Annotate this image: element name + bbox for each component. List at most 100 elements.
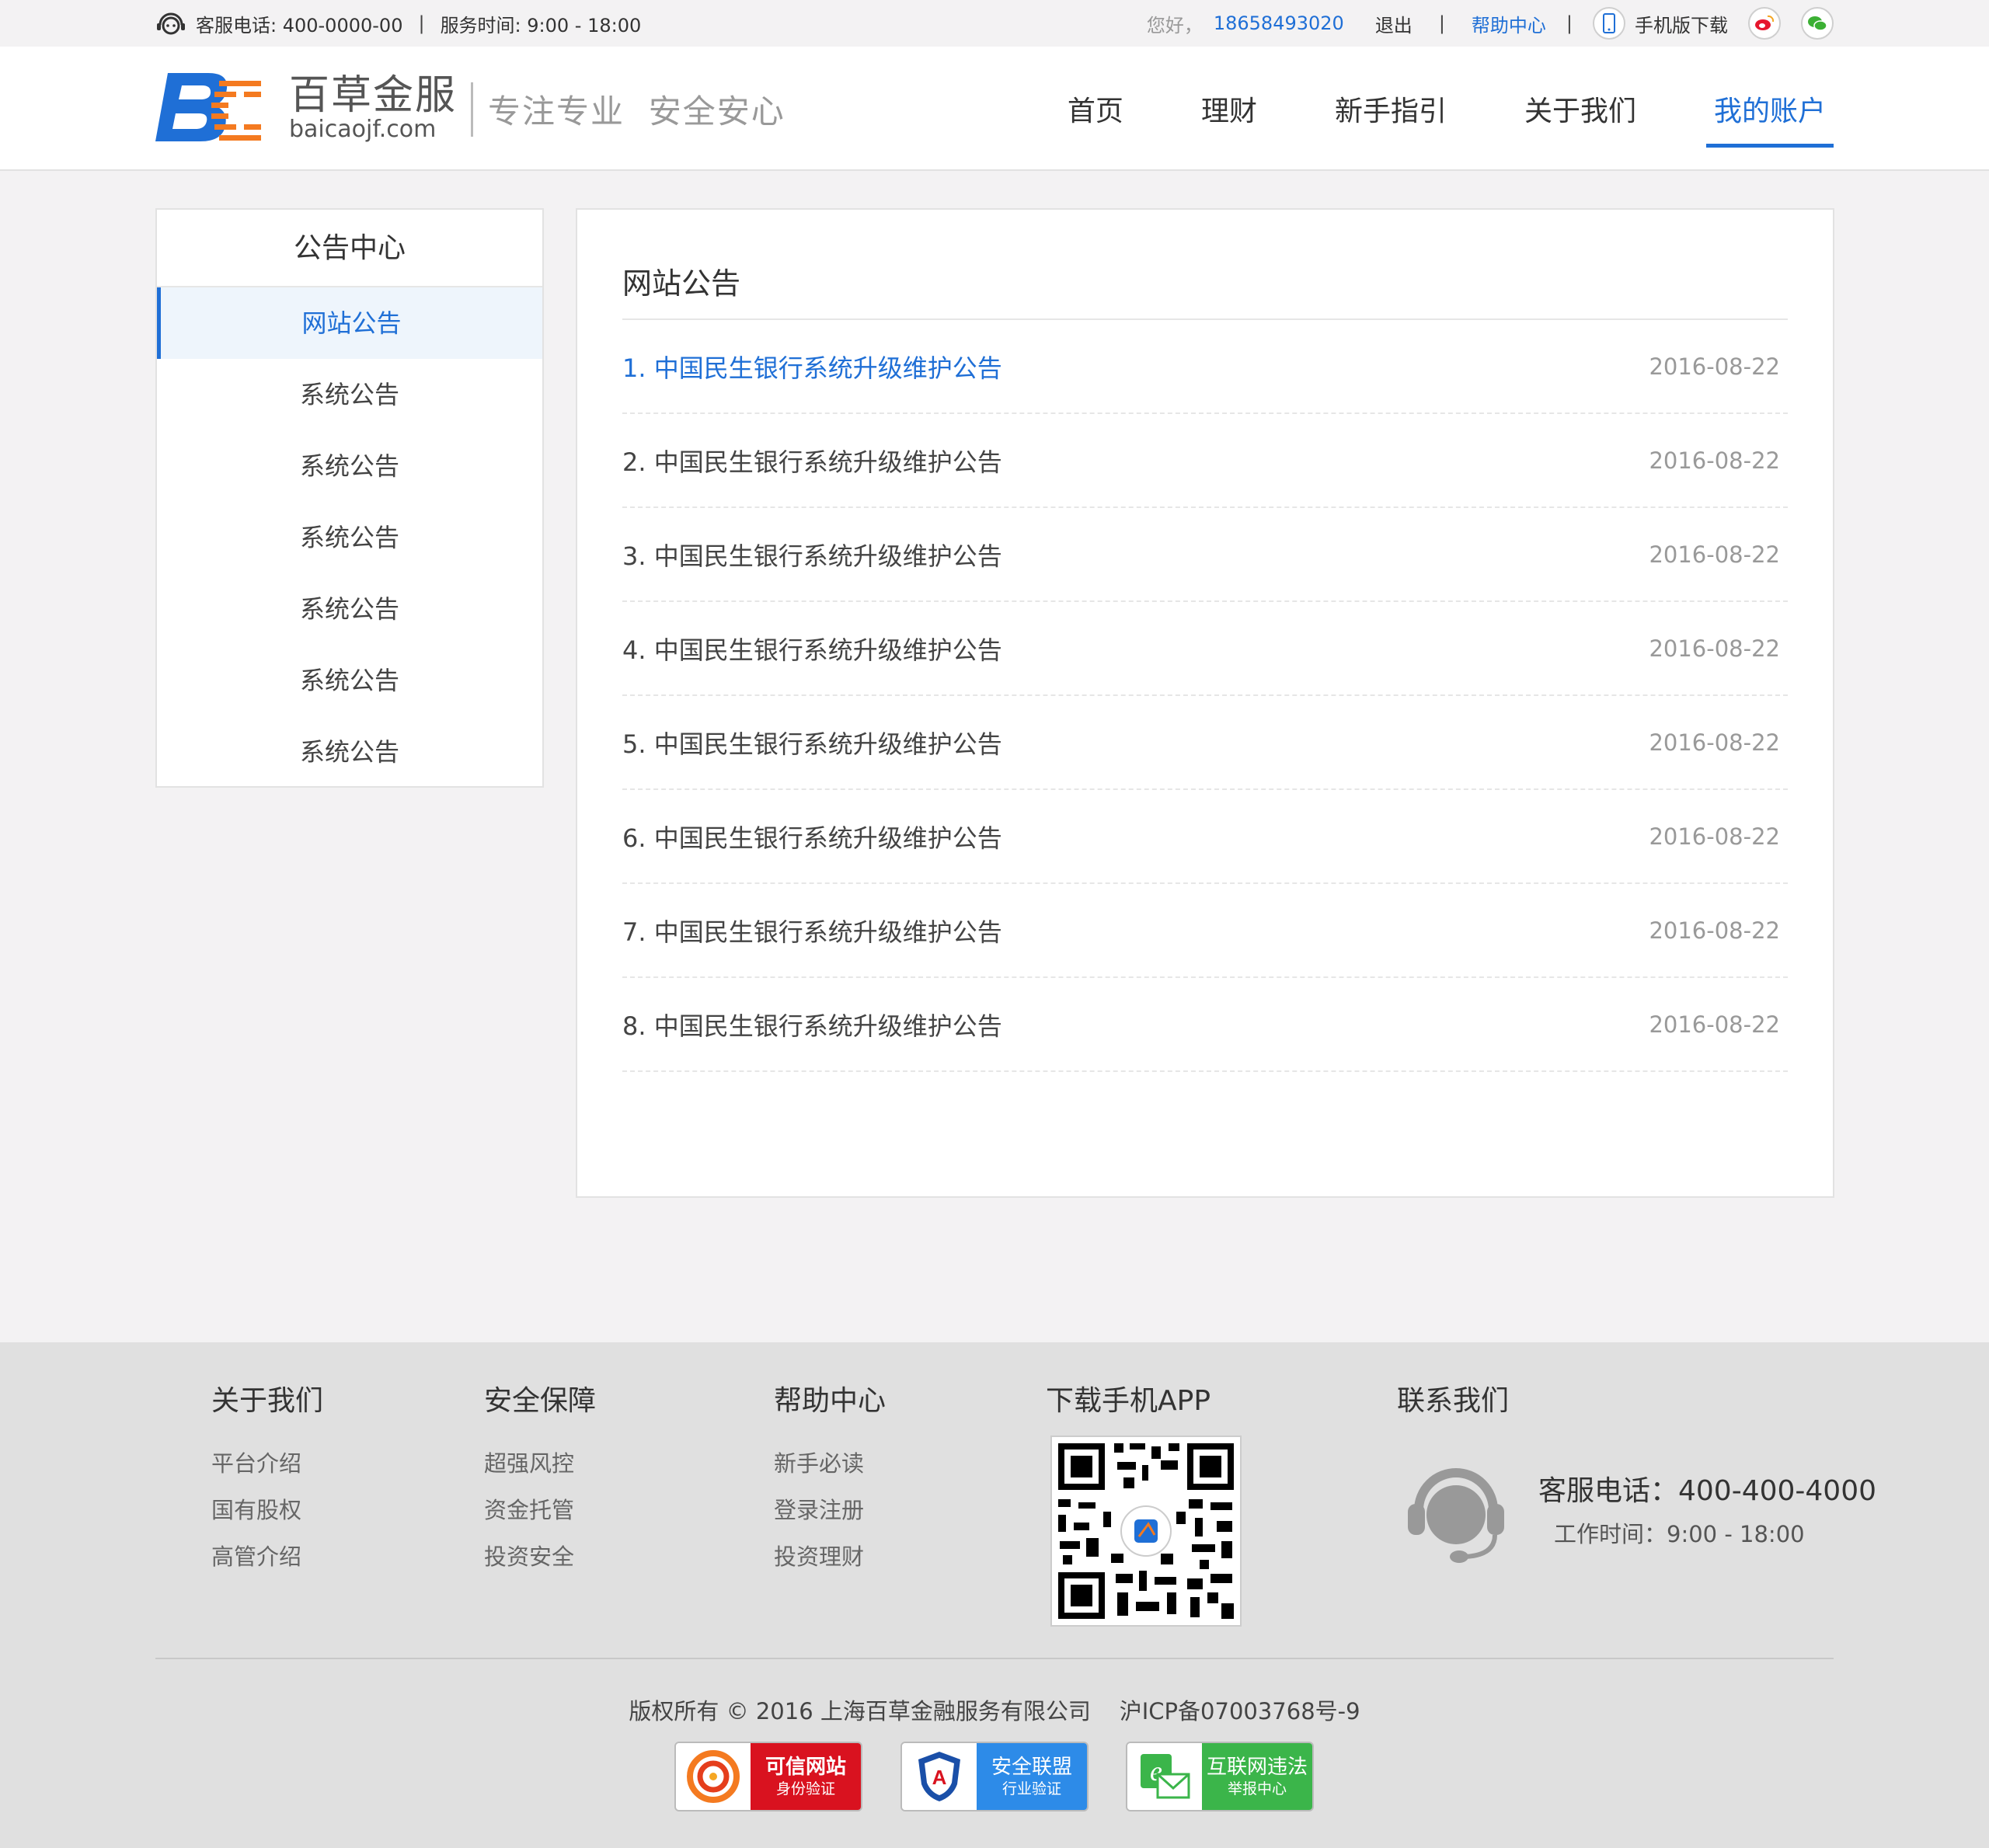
logout-link[interactable]: 退出 — [1375, 10, 1413, 37]
notice-title[interactable]: 2. 中国民生银行系统升级维护公告 — [622, 443, 1002, 479]
footer-heading: 关于我们 — [211, 1385, 324, 1417]
notice-title[interactable]: 5. 中国民生银行系统升级维护公告 — [622, 725, 1002, 760]
nav-about-us[interactable]: 关于我们 — [1517, 47, 1644, 171]
app-qr-code — [1050, 1436, 1242, 1627]
notice-date: 2016-08-22 — [1649, 729, 1780, 756]
copyright: 版权所有 © 2016 上海百草金融服务有限公司 沪ICP备07003768号-… — [629, 1698, 1360, 1724]
contact-phone: 客服电话：400-400-4000 — [1538, 1475, 1877, 1507]
customer-service-icon — [1405, 1459, 1507, 1568]
footer-link[interactable]: 登录注册 — [774, 1487, 886, 1533]
footer-link[interactable]: 高管介绍 — [211, 1533, 323, 1580]
nav-beginner-guide[interactable]: 新手指引 — [1327, 47, 1454, 171]
footer-app-column: 下载手机APP — [1046, 1384, 1210, 1440]
divider: | — [418, 12, 425, 34]
site-header: 百草金服 baicaojf.com 专注专业 安全安心 首页 理财 新手指引 关… — [0, 47, 1989, 171]
badge-text: 互联网违法 举报中心 — [1202, 1743, 1312, 1810]
site-footer: 关于我们 平台介绍 国有股权 高管介绍 安全保障 超强风控 资金托管 投资安全 … — [0, 1342, 1989, 1848]
notice-date: 2016-08-22 — [1649, 353, 1780, 380]
top-bar: 客服电话: 400-0000-00 | 服务时间: 9:00 - 18:00 您… — [0, 0, 1989, 47]
notice-row[interactable]: 3. 中国民生银行系统升级维护公告 2016-08-22 — [622, 508, 1788, 602]
notice-title[interactable]: 6. 中国民生银行系统升级维护公告 — [622, 819, 1002, 854]
footer-link[interactable]: 投资理财 — [774, 1533, 886, 1580]
sidebar-item-system-notice[interactable]: 系统公告 — [157, 573, 542, 645]
notice-date: 2016-08-22 — [1649, 541, 1780, 568]
footer-link[interactable]: 投资安全 — [484, 1533, 596, 1580]
sidebar-item-system-notice[interactable]: 系统公告 — [157, 430, 542, 502]
notice-title[interactable]: 1. 中国民生银行系统升级维护公告 — [622, 349, 1002, 385]
notice-title[interactable]: 4. 中国民生银行系统升级维护公告 — [622, 631, 1002, 666]
sidebar-item-system-notice[interactable]: 系统公告 — [157, 502, 542, 573]
nav-invest[interactable]: 理财 — [1193, 47, 1265, 171]
greeting-text: 您好， — [1146, 14, 1203, 37]
divider: | — [1438, 12, 1445, 34]
badge-subtitle: 行业验证 — [1001, 1780, 1061, 1798]
shield-icon: A — [902, 1743, 977, 1810]
illegal-report-badge[interactable]: e 互联网违法 举报中心 — [1126, 1742, 1314, 1811]
badge-text: 安全联盟 行业验证 — [977, 1743, 1087, 1810]
sidebar-title: 公告中心 — [157, 210, 542, 287]
notice-title[interactable]: 3. 中国民生银行系统升级维护公告 — [622, 537, 1002, 572]
notice-title[interactable]: 7. 中国民生银行系统升级维护公告 — [622, 913, 1002, 948]
svg-text:A: A — [932, 1766, 947, 1789]
notice-row[interactable]: 1. 中国民生银行系统升级维护公告 2016-08-22 — [622, 320, 1788, 414]
badge-subtitle: 身份验证 — [775, 1780, 835, 1798]
notice-panel: 网站公告 1. 中国民生银行系统升级维护公告 2016-08-22 2. 中国民… — [576, 208, 1834, 1198]
notice-date: 2016-08-22 — [1649, 917, 1780, 944]
contact-hours: 工作时间：9:00 - 18:00 — [1554, 1521, 1805, 1547]
notice-row[interactable]: 4. 中国民生银行系统升级维护公告 2016-08-22 — [622, 602, 1788, 696]
notice-date: 2016-08-22 — [1649, 447, 1780, 474]
footer-heading: 联系我们 — [1397, 1385, 1510, 1417]
weibo-icon[interactable] — [1748, 7, 1781, 40]
notice-title[interactable]: 8. 中国民生银行系统升级维护公告 — [622, 1007, 1002, 1042]
page-title: 网站公告 — [622, 266, 741, 301]
brand-name: 百草金服 — [289, 72, 458, 119]
notice-date: 2016-08-22 — [1649, 823, 1780, 850]
notice-row[interactable]: 8. 中国民生银行系统升级维护公告 2016-08-22 — [622, 978, 1788, 1072]
notice-row[interactable]: 7. 中国民生银行系统升级维护公告 2016-08-22 — [622, 884, 1788, 978]
badge-subtitle: 举报中心 — [1227, 1780, 1287, 1798]
notice-date: 2016-08-22 — [1649, 1011, 1780, 1038]
logo-mark-icon — [155, 73, 261, 141]
footer-help-column: 帮助中心 新手必读 登录注册 投资理财 — [774, 1384, 886, 1580]
envelope-icon: e — [1127, 1743, 1202, 1810]
main-nav: 首页 理财 新手指引 关于我们 我的账户 — [998, 47, 1834, 171]
sidebar-item-site-notice[interactable]: 网站公告 — [157, 287, 542, 359]
notice-list: 1. 中国民生银行系统升级维护公告 2016-08-22 2. 中国民生银行系统… — [622, 320, 1788, 1072]
notice-row[interactable]: 6. 中国民生银行系统升级维护公告 2016-08-22 — [622, 790, 1788, 884]
help-center-link[interactable]: 帮助中心 — [1472, 10, 1546, 37]
footer-link[interactable]: 新手必读 — [774, 1440, 886, 1487]
footer-link[interactable]: 平台介绍 — [211, 1440, 323, 1487]
badge-title: 互联网违法 — [1206, 1756, 1308, 1779]
notice-row[interactable]: 5. 中国民生银行系统升级维护公告 2016-08-22 — [622, 696, 1788, 790]
footer-heading: 下载手机APP — [1046, 1385, 1211, 1417]
sidebar-item-system-notice[interactable]: 系统公告 — [157, 645, 542, 716]
footer-heading: 安全保障 — [484, 1385, 597, 1417]
notice-row[interactable]: 2. 中国民生银行系统升级维护公告 2016-08-22 — [622, 414, 1788, 508]
brand-domain: baicaojf.com — [289, 116, 437, 143]
sidebar-item-system-notice[interactable]: 系统公告 — [157, 716, 542, 788]
footer-security-column: 安全保障 超强风控 资金托管 投资安全 — [484, 1384, 596, 1580]
divider — [155, 1658, 1834, 1659]
headset-icon — [155, 9, 186, 37]
user-phone-link[interactable]: 18658493020 — [1214, 12, 1344, 34]
security-alliance-badge[interactable]: A 安全联盟 行业验证 — [900, 1742, 1089, 1811]
nav-home[interactable]: 首页 — [1060, 47, 1131, 171]
app-download-link[interactable]: 手机版下载 — [1635, 10, 1728, 37]
site-logo[interactable]: 百草金服 baicaojf.com — [154, 70, 457, 144]
badge-title: 可信网站 — [765, 1756, 846, 1779]
footer-about-column: 关于我们 平台介绍 国有股权 高管介绍 — [211, 1384, 323, 1580]
footer-link[interactable]: 资金托管 — [484, 1487, 596, 1533]
nav-my-account[interactable]: 我的账户 — [1705, 47, 1834, 171]
trusted-site-icon — [676, 1743, 751, 1810]
wechat-icon[interactable] — [1801, 7, 1834, 40]
footer-link[interactable]: 国有股权 — [211, 1487, 323, 1533]
trusted-site-badge[interactable]: 可信网站 身份验证 — [674, 1742, 862, 1811]
footer-link[interactable]: 超强风控 — [484, 1440, 596, 1487]
divider: | — [1566, 12, 1573, 34]
service-hours-text: 服务时间: 9:00 - 18:00 — [440, 14, 642, 37]
notice-date: 2016-08-22 — [1649, 635, 1780, 662]
footer-contact-column: 联系我们 — [1397, 1384, 1509, 1440]
slogan: 专注专业 安全安心 — [488, 92, 785, 131]
sidebar-item-system-notice[interactable]: 系统公告 — [157, 359, 542, 430]
logo-divider — [471, 82, 473, 137]
